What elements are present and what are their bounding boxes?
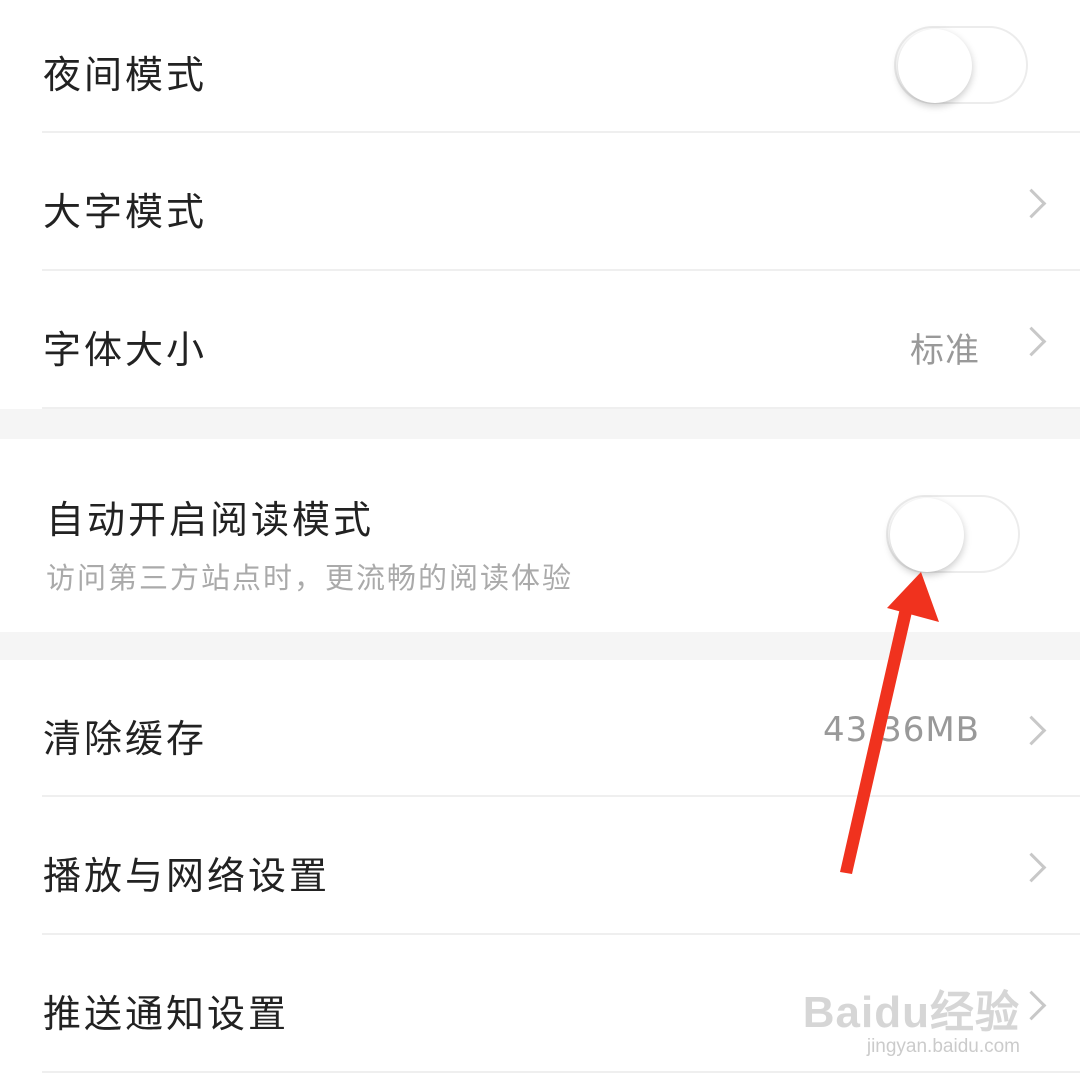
divider: [42, 1071, 1080, 1073]
auto-reader-subtitle: 访问第三方站点时，更流畅的阅读体验: [46, 561, 574, 595]
chevron-right-icon: [1016, 990, 1047, 1021]
large-text-label: 大字模式: [43, 190, 208, 234]
settings-screen: 夜间模式 大字模式 字体大小 标准 自动开启阅读模式 访问第三方站点时，更流畅的…: [0, 0, 1080, 1080]
clear-cache-label: 清除缓存: [43, 717, 208, 761]
section-gap: [0, 409, 1080, 439]
chevron-right-icon: [1016, 326, 1047, 357]
auto-reader-toggle[interactable]: [886, 495, 1020, 573]
night-mode-label: 夜间模式: [43, 53, 208, 97]
font-size-row[interactable]: 字体大小 标准: [0, 271, 1080, 407]
large-text-row[interactable]: 大字模式: [0, 133, 1080, 269]
chevron-right-icon: [1016, 188, 1047, 219]
chevron-right-icon: [1016, 852, 1047, 883]
playback-network-row[interactable]: 播放与网络设置: [0, 797, 1080, 933]
chevron-right-icon: [1016, 715, 1047, 746]
auto-reader-toggle-knob: [890, 498, 964, 572]
playback-network-label: 播放与网络设置: [43, 854, 331, 898]
clear-cache-value: 43.36MB: [823, 710, 980, 750]
push-notifications-row[interactable]: 推送通知设置: [0, 935, 1080, 1071]
night-mode-toggle-knob: [898, 29, 972, 103]
night-mode-toggle[interactable]: [894, 26, 1028, 104]
night-mode-row[interactable]: 夜间模式: [0, 0, 1080, 132]
font-size-label: 字体大小: [43, 328, 208, 372]
auto-reader-label: 自动开启阅读模式: [46, 498, 375, 542]
clear-cache-row[interactable]: 清除缓存 43.36MB: [0, 660, 1080, 796]
font-size-value: 标准: [910, 331, 980, 371]
auto-reader-row[interactable]: 自动开启阅读模式 访问第三方站点时，更流畅的阅读体验: [0, 439, 1080, 632]
section-gap: [0, 632, 1080, 660]
push-notifications-label: 推送通知设置: [43, 992, 290, 1036]
